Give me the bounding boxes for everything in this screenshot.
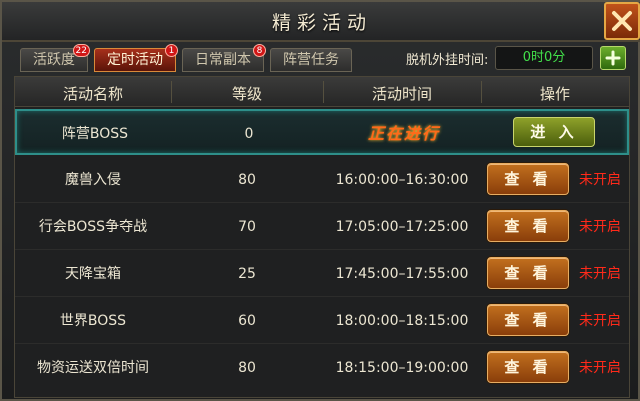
activity-status-live: 正在进行: [367, 124, 440, 143]
activity-level: 0: [244, 126, 254, 142]
view-button[interactable]: 查 看: [487, 257, 569, 289]
activity-level: 80: [238, 172, 256, 188]
view-button[interactable]: 查 看: [487, 304, 569, 336]
activity-level: 70: [238, 219, 256, 235]
tab-timed-events[interactable]: 定时活动 1: [94, 44, 178, 72]
table-row: 天降宝箱 25 17:45:00–17:55:00 查 看 未开启: [15, 251, 629, 297]
header-time: 活动时间: [371, 85, 432, 103]
plus-icon: [605, 50, 621, 66]
view-button[interactable]: 查 看: [487, 210, 569, 242]
activity-time: 18:15:00–19:00:00: [335, 360, 469, 376]
table-row: 行会BOSS争夺战 70 17:05:00–17:25:00 查 看 未开启: [15, 204, 629, 250]
header-name: 活动名称: [62, 85, 123, 103]
activity-level: 80: [238, 360, 256, 376]
activity-window: 精彩活动 活跃度 22 定时活动 1 日常副本 8 阵营任务 脱机外挂时间: 0…: [0, 0, 640, 401]
offline-time-value: 0时0分: [495, 46, 593, 70]
tab-label: 阵营任务: [283, 52, 339, 68]
enter-button[interactable]: 进 入: [513, 117, 595, 147]
tab-label: 定时活动: [107, 52, 163, 68]
activity-time: 16:00:00–16:30:00: [335, 172, 469, 188]
activity-time: 17:45:00–17:55:00: [335, 266, 469, 282]
table-header: 活动名称 等级 活动时间 操作: [15, 77, 629, 107]
header-level: 等级: [231, 85, 262, 103]
status-not-open: 未开启: [579, 313, 621, 329]
notification-badge: 1: [165, 44, 178, 57]
activity-name: 物资运送双倍时间: [37, 360, 149, 376]
activity-time: 17:05:00–17:25:00: [335, 219, 469, 235]
add-time-button[interactable]: [600, 46, 626, 70]
offline-time-label: 脱机外挂时间:: [406, 53, 489, 68]
view-button[interactable]: 查 看: [487, 163, 569, 195]
title-bar: 精彩活动: [2, 2, 640, 42]
table-row-active[interactable]: 阵营BOSS 0 正在进行 进 入: [15, 109, 629, 155]
table-row: 魔兽入侵 80 16:00:00–16:30:00 查 看 未开启: [15, 157, 629, 203]
activity-name: 世界BOSS: [59, 313, 127, 329]
activity-name: 天降宝箱: [65, 266, 121, 282]
table-row: 世界BOSS 60 18:00:00–18:15:00 查 看 未开启: [15, 298, 629, 344]
status-not-open: 未开启: [579, 172, 621, 188]
tab-faction-quests[interactable]: 阵营任务: [270, 48, 352, 72]
tab-daily-dungeon[interactable]: 日常副本 8: [182, 44, 266, 72]
status-not-open: 未开启: [579, 360, 621, 376]
view-button[interactable]: 查 看: [487, 351, 569, 383]
close-button[interactable]: [604, 2, 640, 40]
activity-name: 行会BOSS争夺战: [38, 219, 148, 235]
tab-label: 日常副本: [195, 52, 251, 68]
notification-badge: 22: [72, 44, 90, 57]
activity-level: 25: [238, 266, 256, 282]
notification-badge: 8: [253, 44, 266, 57]
activity-name: 魔兽入侵: [65, 172, 121, 188]
status-not-open: 未开启: [579, 219, 621, 235]
activity-time: 18:00:00–18:15:00: [335, 313, 469, 329]
tab-bar: 活跃度 22 定时活动 1 日常副本 8 阵营任务: [20, 44, 352, 72]
activity-table: 活动名称 等级 活动时间 操作 阵营BOSS 0 正在进行 进 入 魔兽入侵 8…: [14, 76, 630, 398]
tab-label: 活跃度: [33, 52, 75, 68]
close-x-icon: [612, 11, 632, 31]
header-action: 操作: [539, 85, 570, 103]
activity-name: 阵营BOSS: [61, 126, 129, 142]
status-not-open: 未开启: [579, 266, 621, 282]
activity-level: 60: [238, 313, 256, 329]
table-row: 物资运送双倍时间 80 18:15:00–19:00:00 查 看 未开启: [15, 345, 629, 391]
window-title: 精彩活动: [271, 12, 372, 34]
tab-activity[interactable]: 活跃度 22: [20, 44, 90, 72]
